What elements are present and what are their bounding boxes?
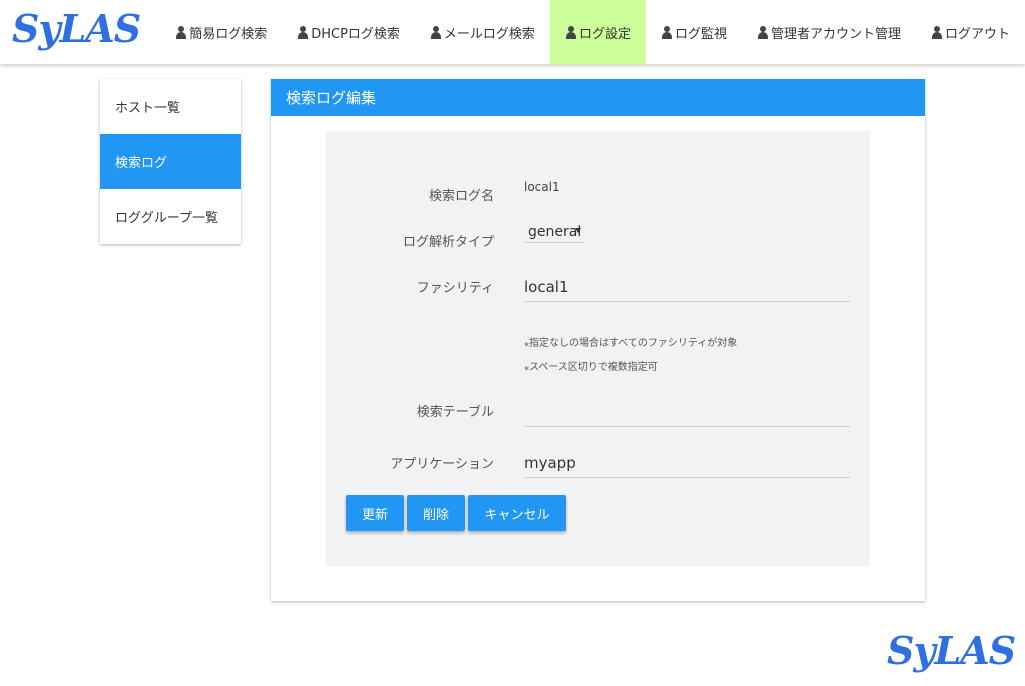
nav-log-settings[interactable]: ログ設定 bbox=[549, 0, 646, 64]
application-label: アプリケーション bbox=[390, 457, 494, 472]
sidebar-item-search-log[interactable]: 検索ログ bbox=[100, 134, 241, 189]
nav-label: DHCPログ検索 bbox=[311, 26, 400, 42]
nav-label: ログアウト bbox=[944, 26, 1010, 42]
nav-label: 簡易ログ検索 bbox=[189, 26, 268, 42]
sylas-logo[interactable]: SyLAS bbox=[12, 6, 141, 51]
nav-label: 管理者アカウント管理 bbox=[770, 26, 901, 42]
log-analysis-type-value: general bbox=[528, 223, 582, 240]
search-log-name-value: local1 bbox=[524, 180, 560, 194]
person-icon bbox=[175, 25, 187, 39]
nav-dhcp-log-search[interactable]: DHCPログ検索 bbox=[282, 0, 415, 64]
application-input[interactable] bbox=[524, 448, 850, 478]
card-title: 検索ログ編集 bbox=[271, 79, 925, 116]
nav-label: メールログ検索 bbox=[443, 26, 535, 42]
nav-logout[interactable]: ログアウト bbox=[916, 0, 1025, 64]
edit-form: 検索ログ名 local1 ログ解析タイプ general ファシリティ ⁎指定な… bbox=[326, 131, 870, 566]
person-icon bbox=[430, 25, 442, 39]
person-icon bbox=[565, 25, 577, 39]
sidebar-item-log-group-list[interactable]: ロググループ一覧 bbox=[100, 189, 241, 244]
search-log-name-label: 検索ログ名 bbox=[428, 189, 494, 204]
search-table-label: 検索テーブル bbox=[416, 405, 494, 420]
person-icon bbox=[931, 25, 943, 39]
cancel-button[interactable]: キャンセル bbox=[468, 495, 566, 531]
nav-log-monitoring[interactable]: ログ監視 bbox=[646, 0, 742, 64]
person-icon bbox=[661, 25, 673, 39]
search-log-edit-card: 検索ログ編集 検索ログ名 local1 ログ解析タイプ general ファシリ… bbox=[271, 79, 925, 601]
top-navbar: SyLAS 簡易ログ検索 DHCPログ検索 メールログ検索 ログ設定 ログ監視 … bbox=[0, 0, 1025, 64]
facility-input[interactable] bbox=[524, 272, 850, 302]
nav-admin-account-management[interactable]: 管理者アカウント管理 bbox=[742, 0, 916, 64]
caret-down-icon bbox=[575, 228, 581, 233]
nav-label: ログ設定 bbox=[578, 26, 631, 42]
footer-logo: SyLAS bbox=[887, 628, 1016, 673]
facility-note-all: ⁎指定なしの場合はすべてのファシリティが対象 bbox=[524, 338, 738, 349]
search-table-input[interactable] bbox=[524, 397, 850, 427]
person-icon bbox=[297, 25, 309, 39]
log-analysis-type-select[interactable]: general bbox=[524, 221, 584, 243]
nav-simple-log-search[interactable]: 簡易ログ検索 bbox=[160, 0, 282, 64]
delete-button[interactable]: 削除 bbox=[407, 495, 465, 531]
update-button[interactable]: 更新 bbox=[346, 495, 404, 531]
nav-mail-log-search[interactable]: メールログ検索 bbox=[415, 0, 550, 64]
facility-note-multiple: ⁎スペース区切りで複数指定可 bbox=[524, 362, 658, 373]
main-nav: 簡易ログ検索 DHCPログ検索 メールログ検索 ログ設定 ログ監視 管理者アカウ… bbox=[160, 0, 1025, 64]
sidebar: ホスト一覧 検索ログ ロググループ一覧 bbox=[100, 79, 241, 244]
facility-label: ファシリティ bbox=[416, 281, 494, 296]
log-analysis-type-label: ログ解析タイプ bbox=[402, 235, 494, 250]
sidebar-item-host-list[interactable]: ホスト一覧 bbox=[100, 79, 241, 134]
nav-label: ログ監視 bbox=[674, 26, 727, 42]
person-icon bbox=[757, 25, 769, 39]
